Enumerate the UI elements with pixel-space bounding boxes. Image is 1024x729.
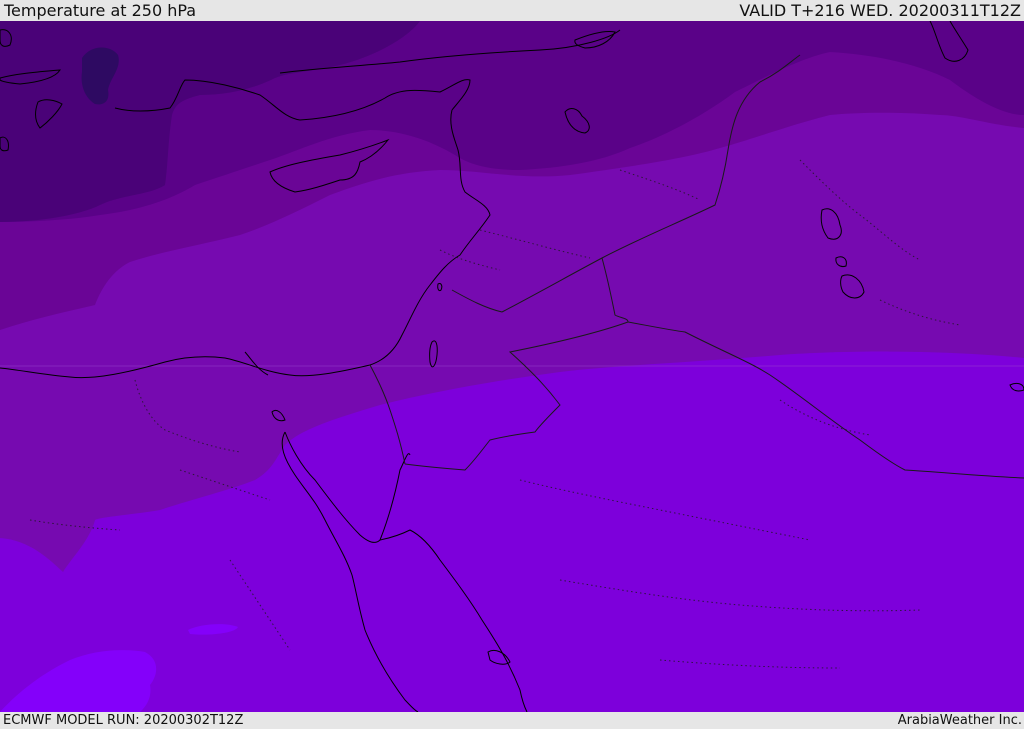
temperature-map bbox=[0, 21, 1024, 712]
map-title: Temperature at 250 hPa bbox=[4, 1, 197, 20]
credit: ArabiaWeather Inc. bbox=[897, 713, 1022, 728]
model-run: ECMWF MODEL RUN: 20200302T12Z bbox=[3, 713, 244, 728]
header-bar: Temperature at 250 hPa VALID T+216 WED. … bbox=[0, 0, 1024, 21]
footer-bar: ECMWF MODEL RUN: 20200302T12Z ArabiaWeat… bbox=[0, 712, 1024, 729]
valid-time: VALID T+216 WED. 20200311T12Z bbox=[739, 1, 1021, 20]
map-panel bbox=[0, 21, 1024, 712]
